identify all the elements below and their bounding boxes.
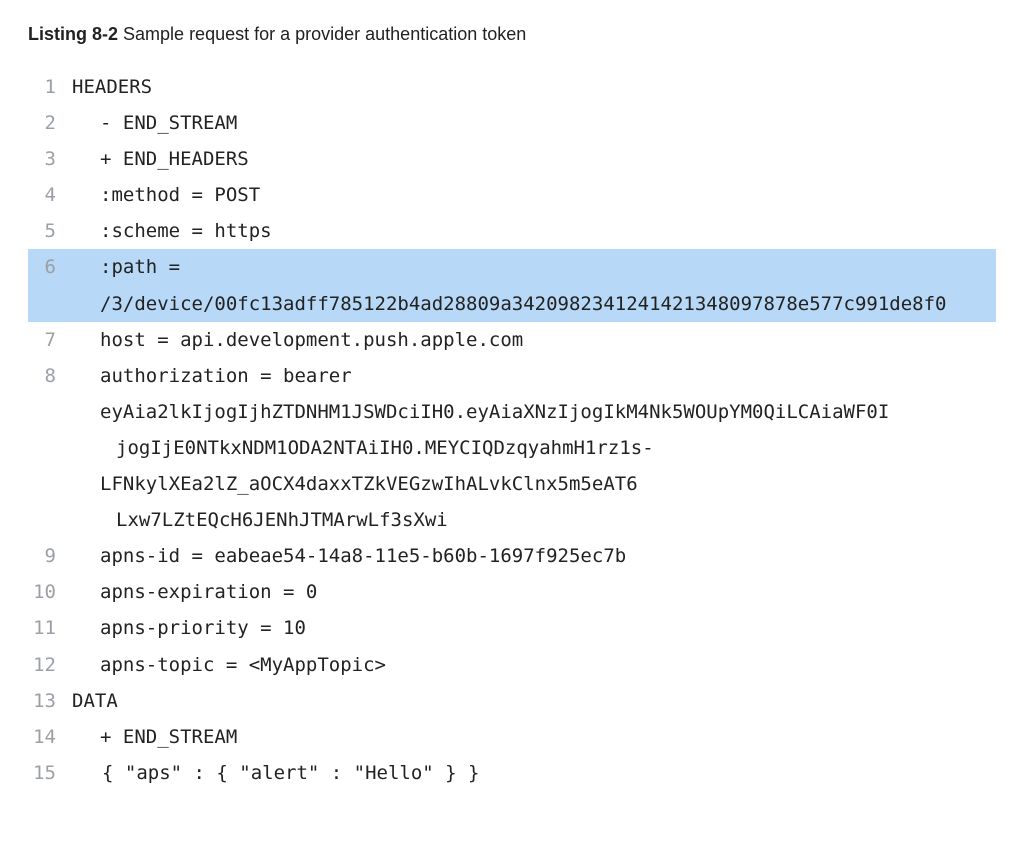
code-line-continuation: Lxw7LZtEQcH6JENhJTMArwLf3sXwi	[28, 502, 996, 538]
code-line: 9 apns-id = eabeae54-14a8-11e5-b60b-1697…	[28, 538, 996, 574]
code-content: /3/device/00fc13adff785122b4ad28809a3420…	[72, 286, 996, 322]
line-number: 7	[28, 322, 72, 358]
code-line: 12 apns-topic = <MyAppTopic>	[28, 647, 996, 683]
code-content: + END_HEADERS	[72, 141, 996, 177]
code-line: 5 :scheme = https	[28, 213, 996, 249]
code-content: jogIjE0NTkxNDM1ODA2NTAiIH0.MEYCIQDzqyahm…	[72, 430, 996, 466]
line-number: 8	[28, 358, 72, 394]
line-number: 6	[28, 249, 72, 285]
line-number: 14	[28, 719, 72, 755]
code-line: 11 apns-priority = 10	[28, 610, 996, 646]
code-content: DATA	[72, 683, 996, 719]
code-content: authorization = bearer	[72, 358, 996, 394]
code-line-highlighted: 6 :path =	[28, 249, 996, 285]
code-line: 10 apns-expiration = 0	[28, 574, 996, 610]
code-content: apns-topic = <MyAppTopic>	[72, 647, 996, 683]
line-number: 1	[28, 69, 72, 105]
code-line: 2 - END_STREAM	[28, 105, 996, 141]
code-content: apns-id = eabeae54-14a8-11e5-b60b-1697f9…	[72, 538, 996, 574]
listing-label: Listing 8-2	[28, 24, 118, 44]
line-number: 11	[28, 610, 72, 646]
line-number: 3	[28, 141, 72, 177]
code-content: :path =	[72, 249, 996, 285]
code-content: LFNkylXEa2lZ_aOCX4daxxTZkVEGzwIhALvkClnx…	[72, 466, 996, 502]
code-content: :scheme = https	[72, 213, 996, 249]
code-line: 8 authorization = bearer	[28, 358, 996, 394]
listing-caption: Listing 8-2 Sample request for a provide…	[28, 24, 996, 45]
code-content: Lxw7LZtEQcH6JENhJTMArwLf3sXwi	[72, 502, 996, 538]
code-content: { "aps" : { "alert" : "Hello" } }	[72, 755, 996, 791]
code-content: host = api.development.push.apple.com	[72, 322, 996, 358]
code-content: - END_STREAM	[72, 105, 996, 141]
code-content: :method = POST	[72, 177, 996, 213]
line-number: 4	[28, 177, 72, 213]
code-line: 15 { "aps" : { "alert" : "Hello" } }	[28, 755, 996, 791]
code-line: 1 HEADERS	[28, 69, 996, 105]
code-line-continuation: LFNkylXEa2lZ_aOCX4daxxTZkVEGzwIhALvkClnx…	[28, 466, 996, 502]
code-content: apns-expiration = 0	[72, 574, 996, 610]
code-line-highlighted-continuation: /3/device/00fc13adff785122b4ad28809a3420…	[28, 286, 996, 322]
listing-title: Sample request for a provider authentica…	[123, 24, 526, 44]
code-content: eyAia2lkIjogIjhZTDNHM1JSWDciIH0.eyAiaXNz…	[72, 394, 996, 430]
code-line: 7 host = api.development.push.apple.com	[28, 322, 996, 358]
line-number: 12	[28, 647, 72, 683]
code-line: 3 + END_HEADERS	[28, 141, 996, 177]
code-listing: 1 HEADERS 2 - END_STREAM 3 + END_HEADERS…	[28, 69, 996, 791]
line-number: 13	[28, 683, 72, 719]
code-line: 13 DATA	[28, 683, 996, 719]
code-line-continuation: jogIjE0NTkxNDM1ODA2NTAiIH0.MEYCIQDzqyahm…	[28, 430, 996, 466]
code-line-continuation: eyAia2lkIjogIjhZTDNHM1JSWDciIH0.eyAiaXNz…	[28, 394, 996, 430]
line-number: 2	[28, 105, 72, 141]
code-line: 4 :method = POST	[28, 177, 996, 213]
code-content: HEADERS	[72, 69, 996, 105]
line-number: 9	[28, 538, 72, 574]
code-line: 14 + END_STREAM	[28, 719, 996, 755]
line-number: 15	[28, 755, 72, 791]
code-content: + END_STREAM	[72, 719, 996, 755]
code-content: apns-priority = 10	[72, 610, 996, 646]
line-number: 5	[28, 213, 72, 249]
line-number: 10	[28, 574, 72, 610]
